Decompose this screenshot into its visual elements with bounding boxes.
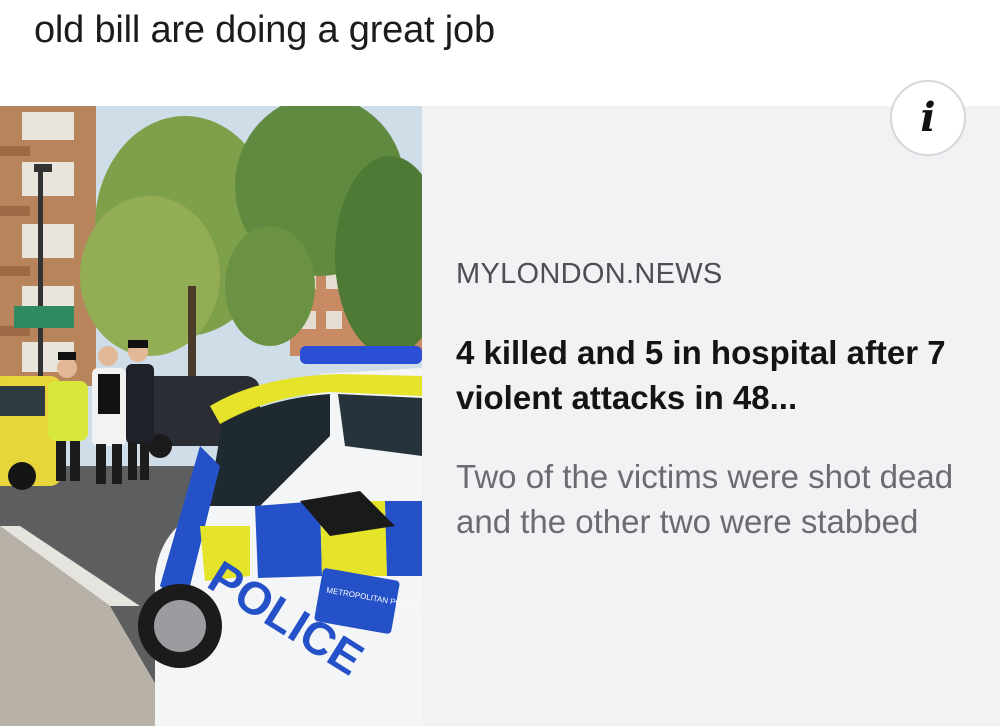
info-button[interactable]: i — [890, 80, 966, 156]
info-icon: i — [920, 94, 936, 141]
post-text: old bill are doing a great job — [34, 9, 495, 51]
article-headline[interactable]: 4 killed and 5 in hospital after 7 viole… — [456, 330, 976, 420]
link-info-panel[interactable]: i MYLONDON.NEWS 4 killed and 5 in hospit… — [422, 80, 1000, 726]
article-thumbnail[interactable]: POLICE METROPOLITAN POLICE — [0, 106, 422, 726]
article-summary: Two of the victims were shot dead and th… — [456, 458, 954, 540]
source-domain: MYLONDON.NEWS — [456, 258, 723, 290]
link-preview-card[interactable]: POLICE METROPOLITAN POLICE i MYLONDON.NE… — [0, 80, 1000, 726]
police-scene-image: POLICE METROPOLITAN POLICE — [0, 106, 422, 726]
